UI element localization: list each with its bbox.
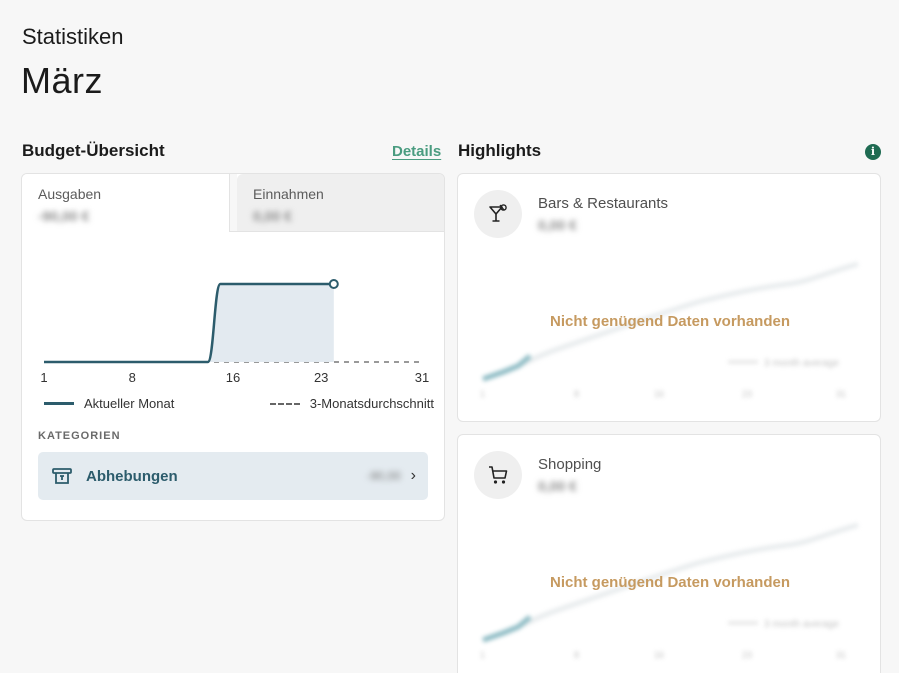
svg-text:23: 23 [742, 389, 752, 399]
svg-text:8: 8 [574, 650, 579, 660]
svg-text:8: 8 [574, 389, 579, 399]
chart-legend: Aktueller Monat 3-Monatsdurchschnitt [44, 396, 434, 411]
svg-text:16: 16 [654, 389, 664, 399]
highlights-title: Highlights [458, 141, 542, 160]
category-row-withdrawals[interactable]: Abhebungen -90,00 › [38, 452, 428, 500]
x-tick-label: 1 [40, 370, 47, 385]
highlight-name: Shopping [538, 456, 602, 473]
details-link[interactable]: Details [392, 143, 441, 160]
categories-heading: KATEGORIEN [38, 430, 121, 442]
page-subtitle: Statistiken [22, 24, 124, 49]
budget-overview-title: Budget-Übersicht [22, 141, 165, 160]
highlight-icon-circle [474, 190, 522, 238]
highlight-amount: 0,00 € [538, 478, 577, 494]
highlight-card-shopping[interactable]: Shopping 0,00 € 3 month average 1 8 16 23 3… [457, 434, 881, 673]
chevron-right-icon: › [410, 467, 416, 484]
legend-average-label: 3-Monatsdurchschnitt [309, 396, 434, 411]
category-amount: -90,00 [366, 469, 401, 483]
svg-text:31: 31 [836, 650, 846, 660]
highlight-amount: 0,00 € [538, 217, 577, 233]
cart-icon [489, 466, 508, 484]
category-name: Abhebungen [86, 467, 178, 485]
tab-income[interactable]: Einnahmen 0,00 € [237, 174, 444, 232]
tab-income-amount: 0,00 € [253, 208, 292, 224]
svg-text:23: 23 [742, 650, 752, 660]
not-enough-data-message: Nicht genügend Daten vorhanden [549, 574, 790, 591]
svg-text:16: 16 [654, 650, 664, 660]
current-month-end-point [328, 279, 339, 289]
info-icon[interactable]: i [865, 144, 881, 160]
current-month-area [44, 284, 334, 362]
cocktail-icon [489, 204, 507, 222]
legend-dashed-line [269, 402, 300, 405]
svg-text:31: 31 [836, 389, 846, 399]
tab-expenses-label: Ausgaben [38, 186, 102, 202]
x-tick-label: 16 [226, 370, 240, 385]
legend-current-label: Aktueller Monat [84, 396, 175, 411]
highlight-name: Bars & Restaurants [538, 195, 669, 212]
legend-three-month-average: 3-Monatsdurchschnitt [269, 396, 434, 411]
budget-chart: 1 8 16 23 31 [40, 279, 429, 385]
x-tick-label: 23 [314, 370, 328, 385]
svg-text:1: 1 [480, 389, 485, 399]
legend-solid-line [44, 402, 74, 405]
tab-gap [230, 174, 237, 232]
tab-income-label: Einnahmen [253, 186, 324, 202]
highlight-icon-circle [474, 451, 522, 499]
legend-current-month: Aktueller Monat [44, 396, 174, 411]
ghost-legend-label: 3 month average [764, 358, 839, 369]
svg-text:1: 1 [480, 650, 485, 660]
tab-expenses[interactable]: Ausgaben -90,00 € [22, 174, 230, 232]
atm-icon [52, 468, 72, 484]
page-title: März [21, 60, 103, 101]
not-enough-data-message: Nicht genügend Daten vorhanden [549, 313, 790, 330]
highlight-card-bars-restaurants[interactable]: Bars & Restaurants 0,00 € 3 month averag… [457, 173, 881, 422]
x-tick-label: 8 [129, 370, 136, 385]
budget-card: Ausgaben -90,00 € Einnahmen 0,00 € 1 8 16 2… [21, 173, 445, 521]
tab-expenses-amount: -90,00 € [38, 208, 90, 224]
x-tick-label: 31 [415, 370, 429, 385]
ghost-legend-label: 3 month average [764, 619, 839, 630]
